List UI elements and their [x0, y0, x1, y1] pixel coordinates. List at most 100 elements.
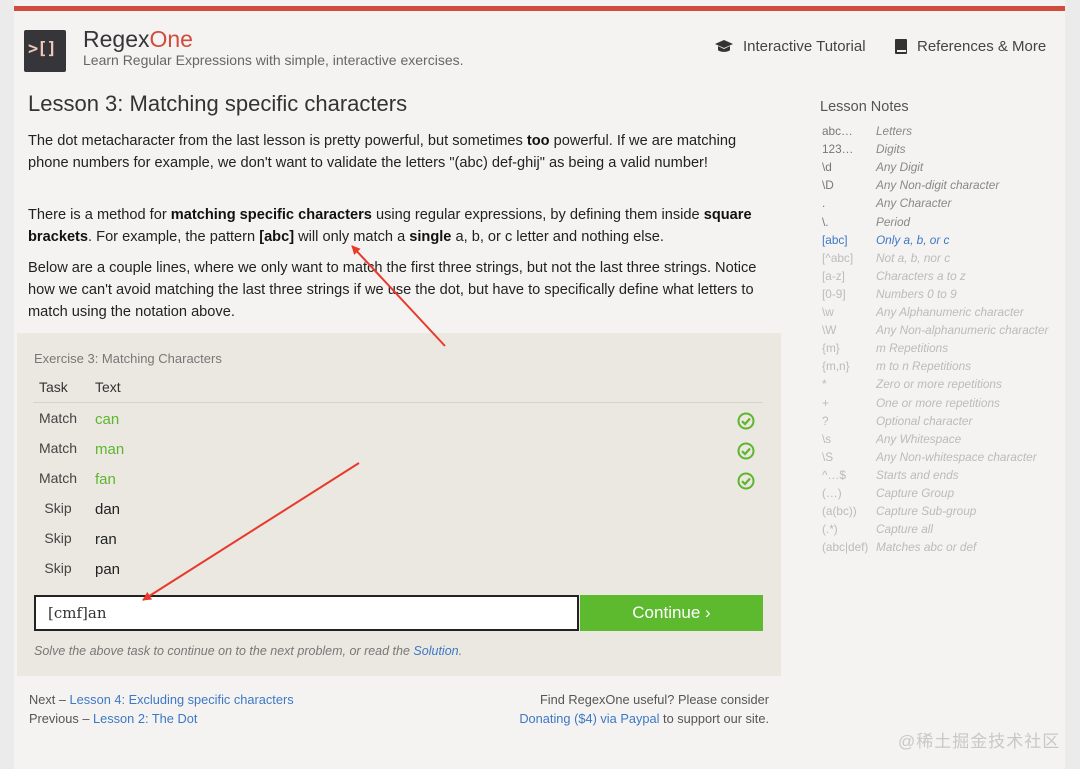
lesson-note-item: abc… Letters	[822, 122, 1062, 140]
note-syntax: +	[822, 395, 829, 410]
lesson-note-item: ^…$ Starts and ends	[822, 466, 1062, 484]
note-meaning: Any Alphanumeric character	[876, 305, 1024, 319]
lesson-note-item: \. Period	[822, 213, 1062, 231]
note-meaning: m to n Repetitions	[876, 359, 972, 374]
note-meaning: Any Character	[876, 196, 952, 211]
note-meaning: Any Digit	[876, 160, 924, 175]
check-circle-icon	[737, 472, 755, 495]
note-syntax: (…)	[822, 486, 842, 500]
note-syntax: {m}	[822, 341, 840, 356]
lesson-navigation: Next – Lesson 4: Excluding specific char…	[29, 692, 294, 726]
row-task: Skip	[44, 560, 72, 576]
site-header: >[] RegexOne Learn Regular Expressions w…	[14, 11, 1065, 81]
row-task: Skip	[44, 500, 72, 516]
note-syntax: ?	[822, 413, 829, 428]
row-text: fan	[95, 471, 116, 488]
previous-lesson-link[interactable]: Lesson 2: The Dot	[93, 711, 197, 726]
note-syntax: 123…	[822, 142, 854, 157]
row-task: Match	[38, 470, 78, 486]
solution-link[interactable]: Solution	[413, 644, 458, 658]
regex-input[interactable]	[36, 597, 577, 629]
logo[interactable]: >[]	[24, 30, 66, 72]
donate-note: Find RegexOne useful? Please consider Do…	[519, 692, 769, 726]
nav-interactive-tutorial[interactable]: Interactive Tutorial	[714, 38, 866, 55]
note-syntax: \.	[822, 214, 829, 229]
check-circle-icon	[737, 412, 755, 435]
exercise-panel: Exercise 3: Matching Characters Task Tex…	[17, 333, 781, 676]
nav-references-label: References & More	[917, 38, 1047, 55]
note-syntax: [^abc]	[822, 250, 854, 265]
row-task: Match	[38, 410, 78, 426]
note-meaning: Zero or more repetitions	[876, 377, 1002, 392]
table-row: Match can	[33, 407, 763, 437]
book-icon	[894, 38, 908, 55]
note-meaning: Any Whitespace	[876, 431, 962, 446]
note-meaning: Capture all	[876, 522, 934, 537]
note-syntax: abc…	[822, 124, 853, 138]
graduation-cap-icon	[714, 39, 734, 54]
lesson-title: Lesson 3: Matching specific characters	[28, 91, 408, 116]
note-meaning: Period	[876, 214, 911, 229]
row-text: pan	[95, 561, 121, 578]
lesson-note-item: {m,n} m to n Repetitions	[822, 357, 1062, 375]
note-meaning: Not a, b, nor c	[876, 250, 951, 265]
lesson-note-item: + One or more repetitions	[822, 394, 1062, 412]
nav-references[interactable]: References & More	[894, 38, 1046, 55]
lesson-note-item: \W Any Non-alphanumeric character	[822, 321, 1062, 339]
note-meaning: One or more repetitions	[876, 395, 1000, 410]
exercise-title: Exercise 3: Matching Characters	[34, 351, 222, 366]
note-syntax: \S	[822, 449, 834, 464]
table-row: Skip dan	[33, 497, 763, 527]
note-meaning: Any Non-whitespace character	[876, 449, 1037, 464]
brand-name[interactable]: RegexOne	[83, 26, 193, 53]
divider	[33, 402, 763, 403]
tagline: Learn Regular Expressions with simple, i…	[83, 52, 464, 68]
note-syntax: *	[822, 377, 827, 392]
lesson-note-item: \w Any Alphanumeric character	[822, 303, 1062, 321]
lesson-note-item: ? Optional character	[822, 412, 1062, 430]
row-text: dan	[95, 501, 121, 518]
lesson-note-item: \s Any Whitespace	[822, 430, 1062, 448]
lesson-note-item: . Any Character	[822, 194, 1062, 212]
note-syntax: \s	[822, 431, 832, 446]
note-meaning: Any Non-digit character	[876, 178, 1000, 193]
lesson-note-item: 123… Digits	[822, 140, 1062, 158]
note-syntax: [abc]	[822, 232, 848, 247]
note-meaning: Only a, b, or c	[876, 232, 950, 247]
lesson-note-item: (a(bc)) Capture Sub-group	[822, 502, 1062, 520]
lesson-paragraph-1: The dot metacharacter from the last less…	[28, 133, 737, 171]
lesson-paragraph-2: There is a method for matching specific …	[28, 207, 752, 245]
row-text: can	[95, 411, 120, 428]
next-lesson-link[interactable]: Lesson 4: Excluding specific characters	[70, 692, 294, 707]
note-syntax: [a-z]	[822, 268, 845, 283]
lesson-note-item: (…) Capture Group	[822, 484, 1062, 502]
note-syntax: ^…$	[822, 467, 846, 482]
lesson-note-item: (abc|def) Matches abc or def	[822, 538, 1062, 556]
brand-name-main: Regex	[83, 26, 150, 52]
lesson-note-item: [abc] Only a, b, or c	[822, 231, 1062, 249]
note-syntax: {m,n}	[822, 359, 850, 374]
lesson-note-item: [0-9] Numbers 0 to 9	[822, 285, 1062, 303]
column-header-task: Task	[39, 379, 68, 395]
lesson-note-item: {m} m Repetitions	[822, 339, 1062, 357]
note-meaning: Digits	[876, 142, 906, 157]
table-row: Match fan	[33, 467, 763, 497]
lesson-note-item: (.*) Capture all	[822, 520, 1062, 538]
note-meaning: Letters	[876, 124, 913, 138]
note-meaning: Any Non-alphanumeric character	[876, 323, 1049, 338]
donate-link[interactable]: Donating ($4) via Paypal	[519, 711, 659, 726]
lesson-note-item: \d Any Digit	[822, 158, 1062, 176]
note-meaning: Capture Group	[876, 486, 955, 500]
note-syntax: \d	[822, 160, 832, 175]
note-meaning: Matches abc or def	[876, 540, 977, 555]
logo-text: >[]	[28, 39, 57, 59]
exercise-hint: Solve the above task to continue on to t…	[34, 644, 463, 658]
note-syntax: (.*)	[822, 522, 838, 537]
lesson-notes-title: Lesson Notes	[820, 99, 909, 115]
check-circle-icon	[737, 442, 755, 465]
note-syntax: \D	[822, 178, 834, 193]
continue-button[interactable]: Continue ›	[580, 595, 763, 631]
note-syntax: \w	[822, 305, 834, 319]
page: >[] RegexOne Learn Regular Expressions w…	[14, 0, 1065, 769]
note-meaning: Numbers 0 to 9	[876, 286, 957, 301]
